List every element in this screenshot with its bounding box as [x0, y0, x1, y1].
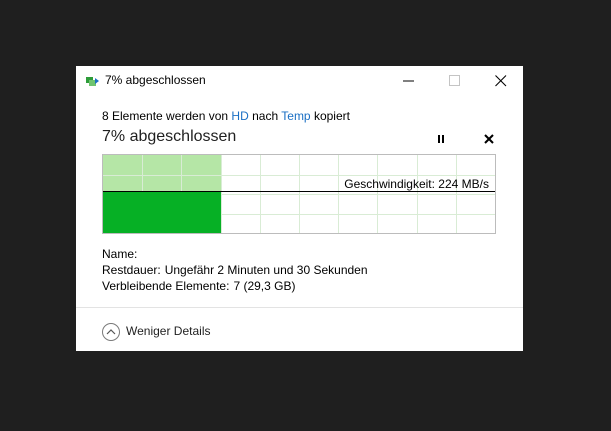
- pause-icon: [438, 135, 444, 143]
- maximize-icon: [449, 75, 460, 86]
- remaining-items-row: Verbleibende Elemente: 7 (29,3 GB): [102, 279, 295, 293]
- name-label: Name:: [102, 247, 138, 261]
- progress-heading: 7% abgeschlossen: [102, 128, 237, 145]
- source-link[interactable]: HD: [231, 109, 248, 123]
- minimize-button[interactable]: [386, 66, 432, 96]
- speed-graph: Geschwindigkeit: 224 MB/s: [102, 154, 496, 234]
- cancel-icon: [484, 134, 494, 144]
- remaining-items-value: 7 (29,3 GB): [233, 279, 296, 293]
- name-row: Name:: [102, 247, 141, 261]
- throughput-bar: [103, 192, 221, 233]
- remaining-time-label: Restdauer:: [102, 263, 161, 277]
- speed-graph-canvas: [103, 155, 495, 233]
- file-copy-icon: [86, 75, 100, 87]
- to-text: nach: [252, 109, 279, 123]
- close-button[interactable]: [478, 66, 524, 96]
- destination-link[interactable]: Temp: [281, 109, 310, 123]
- window-title: 7% abgeschlossen: [105, 73, 206, 87]
- copy-dialog: 7% abgeschlossen 8 Elemente werden von H…: [76, 66, 523, 351]
- remaining-time-value: Ungefähr 2 Minuten und 30 Sekunden: [164, 263, 368, 277]
- operation-description: 8 Elemente werden von HD nach Temp kopie…: [102, 109, 350, 123]
- close-icon: [495, 75, 507, 87]
- footer: Weniger Details: [76, 307, 523, 351]
- title-bar[interactable]: 7% abgeschlossen: [76, 66, 523, 96]
- remaining-time-row: Restdauer: Ungefähr 2 Minuten und 30 Seku…: [102, 263, 368, 277]
- item-count-text: 8 Elemente werden von: [102, 109, 229, 123]
- pause-button[interactable]: [432, 130, 450, 148]
- cancel-button[interactable]: [480, 130, 498, 148]
- fewer-details-label: Weniger Details: [126, 324, 211, 338]
- speed-label: Geschwindigkeit: 224 MB/s: [344, 177, 489, 191]
- remaining-items-label: Verbleibende Elemente:: [102, 279, 230, 293]
- chevron-up-circle-icon: [101, 322, 121, 342]
- maximize-button[interactable]: [432, 66, 478, 96]
- minimize-icon: [403, 80, 414, 82]
- action-text: kopiert: [313, 109, 350, 123]
